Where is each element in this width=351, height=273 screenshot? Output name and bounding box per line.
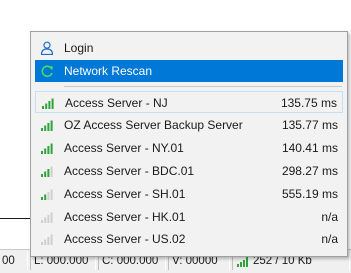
server-name: Access Server - HK.01 <box>64 209 186 224</box>
server-name: Access Server - NY.01 <box>64 140 184 155</box>
server-item[interactable]: Access Server - US.02 n/a <box>35 228 343 250</box>
server-latency: 298.27 ms <box>281 163 338 178</box>
menu-item-login[interactable]: Login <box>35 37 343 59</box>
server-latency: n/a <box>321 209 338 224</box>
server-latency: 135.77 ms <box>281 117 338 132</box>
signal-bar <box>44 194 47 200</box>
menu-item-network-rescan[interactable]: Network Rescan <box>35 60 343 82</box>
server-item[interactable]: Access Server - BDC.01 298.27 ms <box>35 160 343 182</box>
signal-bar <box>44 125 47 131</box>
signal-strength-icon <box>41 120 53 131</box>
signal-bar <box>47 145 50 154</box>
signal-bar <box>47 122 50 131</box>
server-name: Access Server - BDC.01 <box>64 163 195 178</box>
signal-strength-icon <box>41 189 53 200</box>
signal-bars-icon <box>237 257 248 267</box>
signal-bar <box>44 239 47 246</box>
status-cell-code: 00 <box>0 253 28 270</box>
signal-bar <box>50 189 53 200</box>
signal-bar <box>50 166 53 177</box>
signal-bar <box>50 212 53 223</box>
signal-bar <box>51 98 54 109</box>
signal-bar <box>42 106 44 109</box>
server-item[interactable]: Access Server - HK.01 n/a <box>35 206 343 228</box>
signal-bar <box>47 168 50 177</box>
refresh-icon <box>41 65 53 77</box>
menu-separator <box>64 86 342 87</box>
signal-bar <box>47 237 50 246</box>
signal-bar <box>41 242 43 246</box>
signal-bar <box>41 219 43 223</box>
server-name: Access Server - US.02 <box>64 232 186 247</box>
server-latency: 140.41 ms <box>281 140 338 155</box>
menu-item-label: Network Rescan <box>64 64 153 78</box>
signal-strength-icon <box>42 98 54 109</box>
signal-bar <box>47 191 50 200</box>
signal-bar <box>41 196 43 200</box>
signal-bar <box>50 234 53 246</box>
server-item[interactable]: Access Server - SH.01 555.19 ms <box>35 183 343 205</box>
signal-bar <box>45 103 48 109</box>
signal-bar <box>44 171 47 177</box>
signal-strength-icon <box>41 143 53 154</box>
signal-bar <box>50 143 53 154</box>
server-item[interactable]: Access Server - NJ 135.75 ms <box>35 91 343 113</box>
signal-bar <box>44 148 47 154</box>
signal-strength-icon <box>41 234 53 246</box>
signal-bar <box>50 120 53 131</box>
server-latency: 135.75 ms <box>280 96 337 110</box>
signal-bar <box>44 217 47 223</box>
server-name: OZ Access Server Backup Server <box>64 117 243 132</box>
server-context-menu: Login Network Rescan Access Server - NJ 1… <box>30 31 348 257</box>
signal-bar <box>41 127 43 131</box>
server-name: Access Server - SH.01 <box>64 186 186 201</box>
user-icon <box>40 41 54 55</box>
signal-bar <box>41 150 43 154</box>
server-item[interactable]: Access Server - NY.01 140.41 ms <box>35 137 343 159</box>
server-item[interactable]: OZ Access Server Backup Server 135.77 ms <box>35 114 343 136</box>
server-latency: n/a <box>321 232 338 247</box>
server-name: Access Server - NJ <box>65 96 168 110</box>
server-latency: 555.19 ms <box>281 186 338 201</box>
signal-bar <box>47 214 50 223</box>
signal-bar <box>41 173 43 177</box>
status-code-text: 00 <box>2 255 15 267</box>
menu-item-label: Login <box>64 41 94 55</box>
signal-bar <box>48 101 51 109</box>
signal-strength-icon <box>41 212 53 223</box>
signal-strength-icon <box>41 166 53 177</box>
